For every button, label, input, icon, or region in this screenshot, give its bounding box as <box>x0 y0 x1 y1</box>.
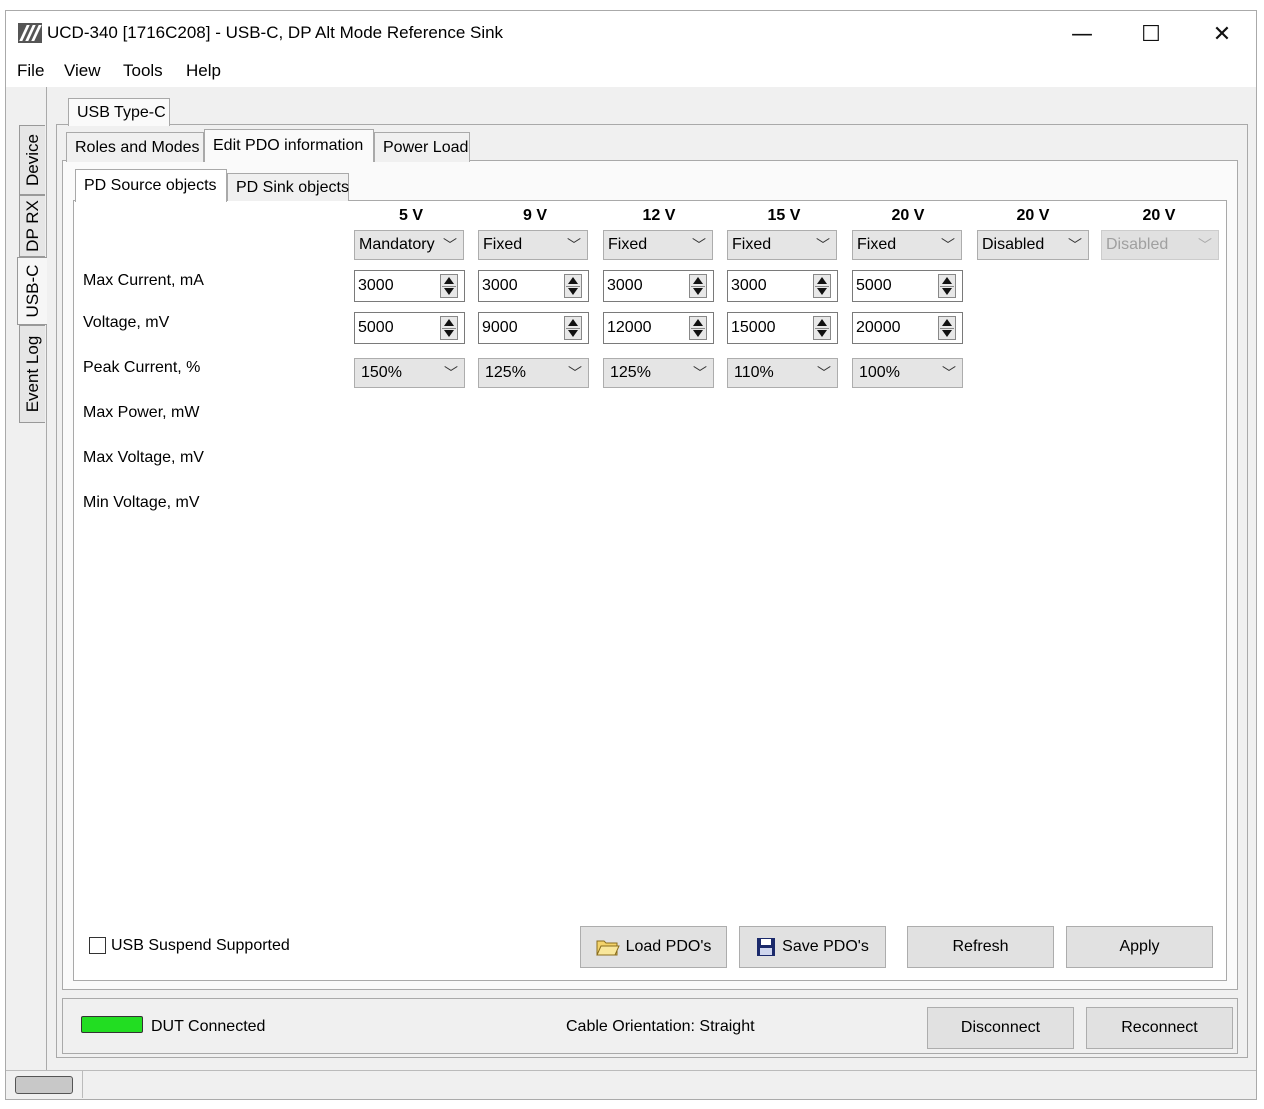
voltage-spinbox[interactable]: 9000 <box>478 312 589 344</box>
chevron-down-icon: ﹀ <box>443 237 457 253</box>
chevron-down-icon: ﹀ <box>444 365 458 381</box>
apply-button[interactable]: Apply <box>1066 926 1213 968</box>
cable-orientation-text: Cable Orientation: Straight <box>566 1018 755 1035</box>
spin-arrows-icon[interactable] <box>938 316 956 340</box>
side-tab-dp-rx[interactable]: DP RX <box>19 195 45 257</box>
pdo-type-select-disabled: Disabled ﹀ <box>1101 230 1219 260</box>
max-current-spinbox[interactable]: 5000 <box>852 270 963 302</box>
load-pdos-button[interactable]: Load PDO's <box>580 926 727 968</box>
column-header: 12 V <box>642 207 676 224</box>
max-current-spinbox[interactable]: 3000 <box>727 270 838 302</box>
tab-usb-type-c[interactable]: USB Type-C <box>68 98 170 126</box>
chevron-down-icon: ﹀ <box>567 237 581 253</box>
voltage-spinbox[interactable]: 20000 <box>852 312 963 344</box>
side-tab-usb-c[interactable]: USB-C <box>17 257 47 325</box>
column-header: 20 V <box>891 207 925 224</box>
max-current-spinbox[interactable]: 3000 <box>354 270 465 302</box>
chevron-down-icon: ﹀ <box>817 365 831 381</box>
chevron-down-icon: ﹀ <box>816 237 830 253</box>
minimize-icon: — <box>1071 21 1093 47</box>
close-button[interactable]: ✕ <box>1199 15 1245 53</box>
activity-indicator <box>15 1076 73 1094</box>
tab-pd-sink-objects[interactable]: PD Sink objects <box>227 173 349 201</box>
pdo-type-select[interactable]: Disabled ﹀ <box>977 230 1089 260</box>
side-tab-event-log[interactable]: Event Log <box>19 325 45 423</box>
max-current-spinbox[interactable]: 3000 <box>478 270 589 302</box>
peak-current-select[interactable]: 125% ﹀ <box>603 358 714 388</box>
row-label-voltage: Voltage, mV <box>83 314 170 331</box>
voltage-spinbox[interactable]: 15000 <box>727 312 838 344</box>
chevron-down-icon: ﹀ <box>568 365 582 381</box>
column-header: 5 V <box>398 207 423 224</box>
pdo-type-select[interactable]: Fixed ﹀ <box>852 230 962 260</box>
folder-icon <box>595 940 620 956</box>
spin-arrows-icon[interactable] <box>813 274 831 298</box>
chevron-down-icon: ﹀ <box>942 365 956 381</box>
usb-suspend-label: USB Suspend Supported <box>111 937 290 954</box>
peak-current-select[interactable]: 125% ﹀ <box>478 358 589 388</box>
disconnect-button[interactable]: Disconnect <box>927 1007 1074 1049</box>
menu-view[interactable]: View <box>64 61 101 81</box>
column-header: 20 V <box>1016 207 1050 224</box>
spin-arrows-icon[interactable] <box>938 274 956 298</box>
row-label-max-voltage: Max Voltage, mV <box>83 449 204 466</box>
menu-file[interactable]: File <box>17 61 44 81</box>
spin-arrows-icon[interactable] <box>564 316 582 340</box>
spin-arrows-icon[interactable] <box>440 274 458 298</box>
chevron-down-icon: ﹀ <box>1068 237 1082 253</box>
max-current-spinbox[interactable]: 3000 <box>603 270 714 302</box>
floppy-disk-icon <box>757 938 776 956</box>
minimize-button[interactable]: — <box>1059 15 1105 53</box>
maximize-button[interactable]: ☐ <box>1128 15 1174 53</box>
row-label-max-current: Max Current, mA <box>83 272 204 289</box>
column-header: 9 V <box>522 207 547 224</box>
chevron-down-icon: ﹀ <box>941 237 955 253</box>
voltage-spinbox[interactable]: 5000 <box>354 312 465 344</box>
app-icon <box>18 23 42 43</box>
row-label-peak-current: Peak Current, % <box>83 359 201 376</box>
tab-power-load[interactable]: Power Load <box>374 132 470 162</box>
status-divider <box>82 1071 83 1098</box>
dut-status-led <box>81 1016 143 1033</box>
spin-arrows-icon[interactable] <box>689 316 707 340</box>
reconnect-button[interactable]: Reconnect <box>1086 1007 1233 1049</box>
maximize-icon: ☐ <box>1141 21 1161 47</box>
menu-help[interactable]: Help <box>186 61 221 81</box>
usb-suspend-checkbox[interactable] <box>89 937 106 954</box>
spin-arrows-icon[interactable] <box>440 316 458 340</box>
row-label-max-power: Max Power, mW <box>83 404 200 421</box>
tab-roles-and-modes[interactable]: Roles and Modes <box>66 132 204 162</box>
status-bar <box>6 1070 1256 1099</box>
tab-edit-pdo-information[interactable]: Edit PDO information <box>204 129 374 162</box>
column-header: 15 V <box>767 207 801 224</box>
voltage-spinbox[interactable]: 12000 <box>603 312 714 344</box>
spin-arrows-icon[interactable] <box>564 274 582 298</box>
peak-current-select[interactable]: 100% ﹀ <box>852 358 963 388</box>
chevron-down-icon: ﹀ <box>693 365 707 381</box>
chevron-down-icon: ﹀ <box>692 237 706 253</box>
side-tab-device[interactable]: Device <box>19 125 45 195</box>
menu-tools[interactable]: Tools <box>123 61 163 81</box>
tab-pd-source-objects[interactable]: PD Source objects <box>75 169 227 202</box>
column-header: 20 V <box>1142 207 1176 224</box>
close-icon: ✕ <box>1212 21 1232 47</box>
spin-arrows-icon[interactable] <box>813 316 831 340</box>
peak-current-select[interactable]: 150% ﹀ <box>354 358 465 388</box>
pdo-type-select[interactable]: Fixed ﹀ <box>727 230 837 260</box>
row-label-min-voltage: Min Voltage, mV <box>83 494 200 511</box>
refresh-button[interactable]: Refresh <box>907 926 1054 968</box>
pdo-type-select[interactable]: Fixed ﹀ <box>478 230 588 260</box>
window-title: UCD-340 [1716C208] - USB-C, DP Alt Mode … <box>47 23 504 42</box>
pdo-type-select[interactable]: Fixed ﹀ <box>603 230 713 260</box>
chevron-down-icon: ﹀ <box>1198 237 1212 253</box>
spin-arrows-icon[interactable] <box>689 274 707 298</box>
peak-current-select[interactable]: 110% ﹀ <box>727 358 838 388</box>
save-pdos-button[interactable]: Save PDO's <box>739 926 886 968</box>
pdo-type-select[interactable]: Mandatory ﹀ <box>354 230 464 260</box>
dut-status-text: DUT Connected <box>151 1018 266 1035</box>
